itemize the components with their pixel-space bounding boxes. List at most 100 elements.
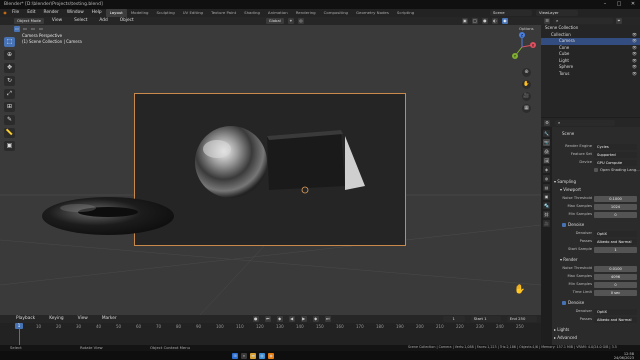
tab-modeling[interactable]: Modeling	[127, 9, 153, 17]
jump-end-icon[interactable]: ⏭	[324, 316, 331, 322]
timeline-menu-view[interactable]: View	[74, 315, 92, 323]
viewport-menu-add[interactable]: Add	[95, 17, 111, 25]
view-layer-tab-icon[interactable]: 🖼	[543, 157, 550, 164]
vp-min-samples-field[interactable]: 0	[594, 211, 637, 218]
current-frame-field[interactable]: 1	[442, 316, 465, 322]
sampling-section[interactable]: ▾ Sampling	[554, 178, 576, 185]
tab-sculpting[interactable]: Sculpting	[153, 9, 179, 17]
render-tab-icon[interactable]: 📷	[543, 139, 550, 146]
taskbar-search-icon[interactable]: ⌕	[241, 352, 247, 359]
timeline[interactable]: 0102030405060708090100110120130140150160…	[0, 323, 541, 345]
scale-tool-icon[interactable]: ⤢	[4, 89, 15, 99]
wireframe-shading-icon[interactable]: ◯	[471, 18, 478, 24]
prev-key-icon[interactable]: ◆	[276, 316, 283, 322]
tab-animation[interactable]: Animation	[264, 9, 292, 17]
r-time-limit-field[interactable]: 0 sec	[594, 289, 637, 296]
object-mode-dropdown[interactable]: Object Mode	[14, 18, 44, 24]
object-tab-icon[interactable]: ▣	[543, 193, 550, 200]
jump-start-icon[interactable]: ⏮	[264, 316, 271, 322]
navigation-gizmo[interactable]: X Y Z	[507, 32, 537, 62]
render-engine-dropdown[interactable]: Cycles	[594, 143, 637, 150]
select-mode-extend-icon[interactable]: ▭	[30, 26, 36, 32]
render-section[interactable]: ▾ Render	[560, 256, 578, 263]
output-tab-icon[interactable]: 🖨	[543, 148, 550, 155]
vp-denoiser-dropdown[interactable]: OptiX	[594, 230, 637, 237]
next-key-icon[interactable]: ◆	[312, 316, 319, 322]
tab-shading[interactable]: Shading	[240, 9, 264, 17]
menu-render[interactable]: Render	[40, 9, 63, 17]
measure-tool-icon[interactable]: 📏	[4, 128, 15, 138]
r-min-samples-field[interactable]: 0	[594, 281, 637, 288]
feature-set-dropdown[interactable]: Supported	[594, 151, 637, 158]
select-box-icon[interactable]: ▭	[14, 26, 20, 32]
outliner-search-input[interactable]: ⌕	[553, 18, 613, 24]
tab-uv-editing[interactable]: UV Editing	[179, 9, 207, 17]
snap-icon[interactable]: ⌖	[287, 18, 294, 24]
vp-denoise-checkbox[interactable]: Denoise	[562, 221, 584, 228]
transform-orientation-dropdown[interactable]: Global	[265, 18, 284, 24]
start-menu-icon[interactable]: ⊞	[232, 352, 238, 359]
r-denoiser-dropdown[interactable]: OptiX	[594, 308, 637, 315]
pan-hand-icon[interactable]: ✋	[522, 80, 531, 89]
minimize-button[interactable]: –	[598, 0, 612, 9]
osl-row[interactable]: Open Shading Lang...	[552, 167, 640, 174]
vp-max-samples-field[interactable]: 1024	[594, 203, 637, 210]
taskbar-explorer-icon[interactable]: ▬	[250, 352, 256, 359]
vp-start-sample-field[interactable]: 1	[594, 246, 637, 253]
tab-layout[interactable]: Layout	[105, 9, 127, 17]
scene-tab-icon[interactable]: ◈	[543, 166, 550, 173]
play-icon[interactable]: ▶	[300, 316, 307, 322]
timeline-menu-keying[interactable]: Keying	[45, 315, 67, 323]
rotate-tool-icon[interactable]: ↻	[4, 76, 15, 86]
viewport-menu-object[interactable]: Object	[116, 17, 138, 25]
maximize-button[interactable]: □	[612, 0, 626, 9]
material-shading-icon[interactable]: ◐	[491, 18, 498, 24]
r-noise-field[interactable]: 0.0100	[594, 265, 637, 272]
menu-help[interactable]: Help	[88, 9, 106, 17]
tab-rendering[interactable]: Rendering	[292, 9, 320, 17]
constraints-tab-icon[interactable]: ⛓	[543, 211, 550, 218]
timeline-menu-marker[interactable]: Marker	[98, 315, 121, 323]
vp-noise-field[interactable]: 0.1000	[594, 195, 637, 202]
close-button[interactable]: ✕	[626, 0, 640, 9]
zoom-icon[interactable]: ⊕	[522, 68, 531, 77]
select-mode-set-icon[interactable]: ▭	[22, 26, 28, 32]
r-passes-dropdown[interactable]: Albedo and Normal	[594, 316, 637, 323]
outliner-editor-icon[interactable]: ☰	[544, 18, 550, 24]
record-icon[interactable]: ●	[252, 316, 259, 322]
world-tab-icon[interactable]: ◍	[543, 175, 550, 182]
data-tab-icon[interactable]: 🎥	[543, 220, 550, 227]
add-cube-tool-icon[interactable]: ▣	[4, 141, 15, 151]
options-dropdown[interactable]: Options	[519, 26, 534, 31]
outliner[interactable]: Scene Collection Collection 👁 Camera 👁 Con…	[541, 25, 640, 117]
rendered-shading-icon[interactable]: ◉	[501, 18, 508, 24]
collection-tab-icon[interactable]: ▤	[543, 184, 550, 191]
solid-shading-icon[interactable]: ●	[481, 18, 488, 24]
proportional-edit-icon[interactable]: ◎	[297, 18, 304, 24]
tool-tab-icon[interactable]: 🔧	[543, 130, 550, 137]
outliner-row-torus[interactable]: Torus 👁	[541, 71, 640, 78]
taskbar-browser-icon[interactable]: ◍	[259, 352, 265, 359]
visibility-eye-icon[interactable]: 👁	[632, 71, 637, 78]
annotate-tool-icon[interactable]: ✎	[4, 115, 15, 125]
device-dropdown[interactable]: GPU Compute	[594, 159, 637, 166]
end-frame-field[interactable]: End 250	[506, 316, 537, 322]
lights-section[interactable]: ▸ Lights	[554, 326, 569, 333]
select-tool-icon[interactable]: ⬚	[4, 37, 15, 47]
r-max-samples-field[interactable]: 4096	[594, 273, 637, 280]
properties-search-input[interactable]: ⌕	[555, 119, 615, 126]
vp-passes-dropdown[interactable]: Albedo and Normal	[594, 238, 637, 245]
transform-tool-icon[interactable]: ⊞	[4, 102, 15, 112]
viewport-menu-select[interactable]: Select	[70, 17, 91, 25]
perspective-toggle-icon[interactable]: ▦	[522, 104, 531, 113]
cursor-tool-icon[interactable]: ⊕	[4, 50, 15, 60]
properties-editor-icon[interactable]: ⚙	[544, 119, 550, 126]
r-denoise-checkbox[interactable]: Denoise	[562, 299, 584, 306]
tab-geometry-nodes[interactable]: Geometry Nodes	[352, 9, 393, 17]
tab-scripting[interactable]: Scripting	[393, 9, 418, 17]
osl-checkbox[interactable]: Open Shading Lang...	[594, 167, 640, 174]
tab-texture-paint[interactable]: Texture Paint	[207, 9, 240, 17]
start-frame-field[interactable]: Start 1	[470, 316, 501, 322]
viewport-section[interactable]: ▾ Viewport	[560, 186, 581, 193]
play-reverse-icon[interactable]: ◀	[288, 316, 295, 322]
